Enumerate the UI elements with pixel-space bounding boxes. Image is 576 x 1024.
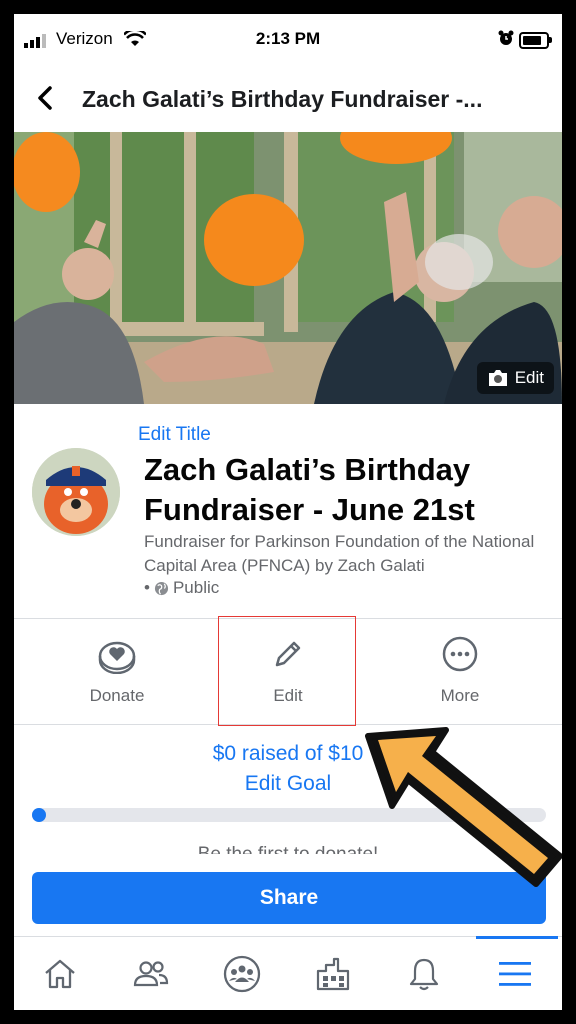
globe-icon <box>154 581 169 595</box>
back-chevron-icon[interactable] <box>32 82 60 114</box>
avatar[interactable] <box>32 448 120 536</box>
progress-bar <box>32 808 546 822</box>
phone-screen: Verizon 2:13 PM Zach Galati’s Birthday F… <box>14 14 562 1010</box>
status-time: 2:13 PM <box>255 29 321 48</box>
share-button[interactable]: Share <box>32 872 546 924</box>
avatar-mascot-image <box>32 448 120 536</box>
tab-home[interactable] <box>14 937 105 1010</box>
alarm-clock-icon <box>498 30 514 45</box>
first-donate-text: Be the first to donate! <box>14 840 562 854</box>
notifications-bell-icon <box>409 958 438 991</box>
donate-label: Donate <box>89 686 145 705</box>
bottom-tab-bar <box>14 936 562 1010</box>
edit-label: Edit <box>273 686 303 705</box>
more-button[interactable]: More <box>369 620 551 724</box>
cover-photo[interactable]: Edit <box>14 132 562 404</box>
raised-amount-text: $0 raised of $10 <box>212 742 364 765</box>
tab-notifications[interactable] <box>378 937 469 1010</box>
edit-button[interactable]: Edit <box>197 620 379 724</box>
tab-friends[interactable] <box>105 937 196 1010</box>
page-title: Zach Galati’s Birthday Fundraiser -... <box>82 86 483 112</box>
battery-icon <box>519 32 549 49</box>
privacy-indicator: • Public <box>144 578 219 598</box>
bullet-separator: • <box>144 578 150 597</box>
tab-menu[interactable] <box>469 937 560 1010</box>
edit-title-link[interactable]: Edit Title <box>138 424 211 446</box>
navigation-header: Zach Galati’s Birthday Fundraiser -... <box>14 70 562 126</box>
menu-hamburger-icon <box>498 962 531 986</box>
privacy-label: Public <box>172 578 220 597</box>
fundraiser-subtitle: Fundraiser for Parkinson Foundation of t… <box>144 532 535 575</box>
battery-tip <box>549 37 552 43</box>
more-label: More <box>440 686 480 705</box>
friends-icon <box>133 961 168 987</box>
progress-bar-fill <box>32 808 46 822</box>
cover-edit-label: Edit <box>514 368 544 387</box>
edit-goal-link[interactable]: Edit Goal <box>14 772 562 796</box>
divider <box>14 724 562 725</box>
donate-heart-coin-icon <box>98 641 136 674</box>
divider <box>14 618 562 619</box>
marketplace-icon <box>316 957 349 991</box>
groups-icon <box>223 955 260 993</box>
fundraiser-title: Zach Galati’s Birthday Fundraiser - June… <box>144 452 475 527</box>
tab-marketplace[interactable] <box>287 937 378 1010</box>
cover-edit-button[interactable]: Edit <box>476 362 554 394</box>
status-bar: Verizon 2:13 PM <box>14 14 562 64</box>
tab-groups[interactable] <box>196 937 287 1010</box>
more-dots-icon <box>442 636 478 672</box>
pencil-icon <box>275 641 301 667</box>
donate-button[interactable]: Donate <box>26 620 208 724</box>
camera-icon <box>488 370 507 386</box>
home-icon <box>44 959 75 989</box>
